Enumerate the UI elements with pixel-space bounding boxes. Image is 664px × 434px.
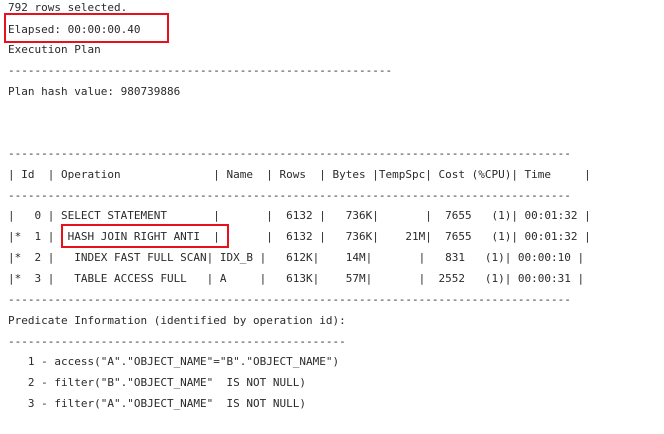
elapsed-time-text: Elapsed: 00:00:00.40 — [8, 23, 141, 36]
predicate-separator: ----------------------------------------… — [8, 335, 346, 348]
predicate-line: 1 - access("A"."OBJECT_NAME"="B"."OBJECT… — [8, 355, 340, 368]
predicate-line: 2 - filter("B"."OBJECT_NAME" IS NOT NULL… — [8, 376, 307, 389]
table-row: |* 1 | HASH JOIN RIGHT ANTI | | 6132 | 7… — [8, 230, 591, 243]
table-row: | 0 | SELECT STATEMENT | | 6132 | 736K| … — [8, 209, 591, 222]
table-row: |* 3 | TABLE ACCESS FULL | A | 613K| 57M… — [8, 272, 585, 285]
table-row: |* 2 | INDEX FAST FULL SCAN| IDX_B | 612… — [8, 251, 585, 264]
title-separator: ----------------------------------------… — [8, 64, 393, 77]
execution-plan-title: Execution Plan — [8, 43, 101, 56]
rows-selected-text: 792 rows selected. — [8, 1, 128, 14]
table-bottom-rule: ----------------------------------------… — [8, 293, 571, 306]
table-header-rule: ----------------------------------------… — [8, 189, 571, 202]
table-header: | Id | Operation | Name | Rows | Bytes |… — [8, 168, 591, 181]
plan-hash-text: Plan hash value: 980739886 — [8, 85, 181, 98]
table-top-rule: ----------------------------------------… — [8, 147, 571, 160]
predicate-info-title: Predicate Information (identified by ope… — [8, 314, 346, 327]
predicate-line: 3 - filter("A"."OBJECT_NAME" IS NOT NULL… — [8, 397, 307, 410]
